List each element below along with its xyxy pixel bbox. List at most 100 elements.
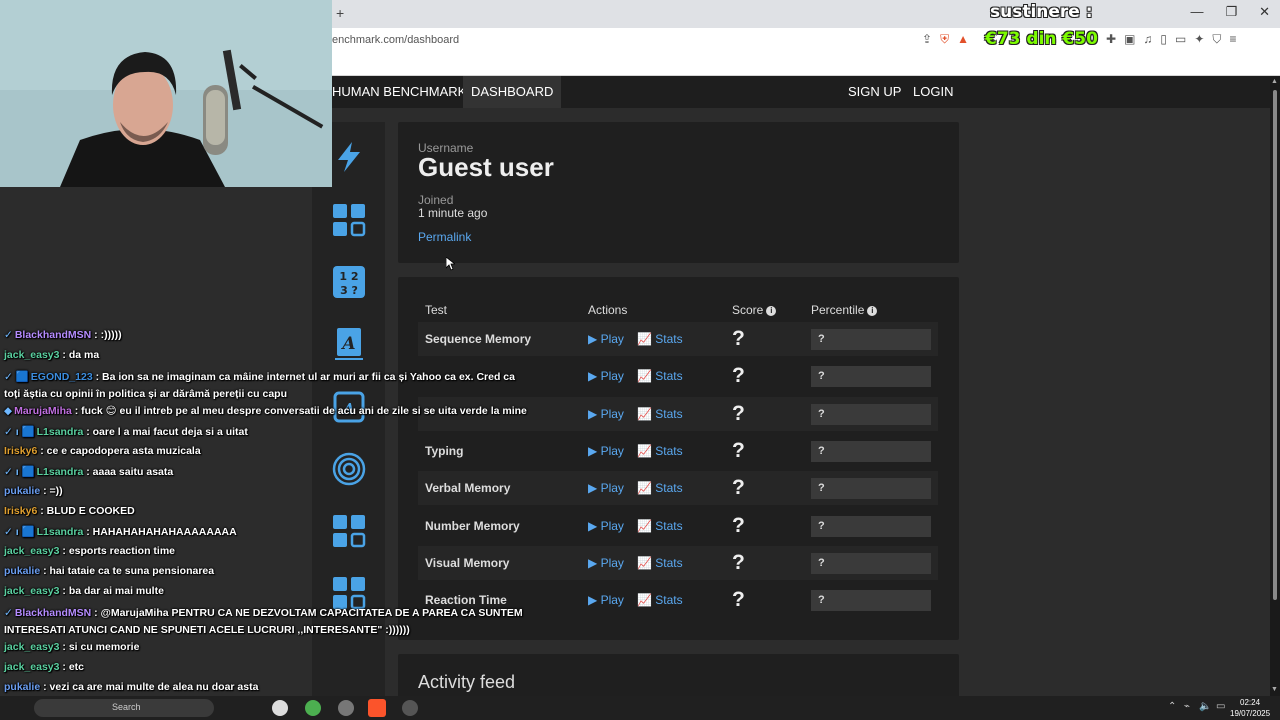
vpn-icon[interactable]: ⛉ [1212, 32, 1221, 47]
percentile-value: ? [811, 403, 931, 425]
play-link[interactable]: ▶ Play [588, 481, 624, 495]
stats-label: Stats [655, 369, 683, 384]
play-link[interactable]: ▶ Play [588, 332, 624, 346]
scroll-up-icon[interactable]: ▲ [1271, 78, 1278, 85]
chat-username: BlackhandMSN [14, 607, 92, 619]
play-circle-icon: ▶ [588, 593, 598, 608]
chrome-alt-icon[interactable] [305, 700, 321, 716]
grid-icon[interactable] [332, 203, 366, 237]
info-icon[interactable]: i [766, 305, 777, 316]
grid-icon[interactable] [332, 514, 366, 548]
new-tab-button[interactable]: + [336, 5, 344, 21]
stats-link[interactable]: 📈 Stats [637, 369, 683, 383]
network-icon[interactable]: ⌁ [1184, 701, 1190, 712]
info-icon[interactable]: i [867, 305, 878, 316]
webcam-feed [0, 0, 332, 187]
play-link[interactable]: ▶ Play [588, 519, 624, 533]
play-link[interactable]: ▶ Play [588, 556, 624, 570]
maximize-button[interactable]: ❐ [1225, 4, 1237, 20]
test-name: Visual Memory [425, 555, 510, 570]
play-link[interactable]: ▶ Play [588, 407, 624, 421]
chrome-icon[interactable] [272, 700, 288, 716]
extensions-icon[interactable]: ✚ [1106, 32, 1116, 47]
permalink-link[interactable]: Permalink [418, 230, 471, 244]
menu-icon[interactable]: ≡ [1229, 32, 1236, 47]
brave-shield-icon[interactable]: ⛨ [940, 32, 949, 47]
chat-text: : oare l a mai facut deja si a uitat [86, 426, 248, 438]
tray-chevron-icon[interactable]: ⌃ [1168, 701, 1176, 712]
nav-dashboard[interactable]: DASHBOARD [463, 76, 562, 108]
chart-line-icon: 📈 [637, 406, 652, 421]
chart-line-icon: 📈 [637, 443, 652, 458]
page-scrollbar[interactable]: ▲ ▼ [1270, 76, 1280, 696]
joined-value: 1 minute ago [418, 206, 488, 220]
wallet-icon[interactable]: ▭ [1175, 32, 1186, 47]
percentile-value: ? [811, 478, 931, 500]
chart-line-icon: 📈 [637, 593, 652, 608]
scrollbar-thumb[interactable] [1273, 90, 1277, 600]
table-row: Reaction Time ▶ Play 📈 Stats ? ? [418, 583, 938, 617]
stats-link[interactable]: 📈 Stats [637, 481, 683, 495]
url-field[interactable]: enchmark.com/dashboard [332, 34, 459, 46]
stats-link[interactable]: 📈 Stats [637, 407, 683, 421]
screen: + — ❐ ✕ enchmark.com/dashboard ⇪ ⛨ ▲ ✚ ▣… [0, 0, 1280, 720]
chat-message: jack_easy3 : ba dar ai mai multe [4, 585, 164, 597]
login-link[interactable]: LOGIN [905, 76, 961, 108]
chat-text: : BLUD E COOKED [40, 505, 135, 517]
percentile-value: ? [811, 440, 931, 462]
chat-badge-icon: ◆ [4, 405, 13, 417]
tab-icon[interactable]: ▣ [1124, 32, 1135, 47]
chat-message: pukalie : =)) [4, 485, 63, 497]
brave-icon[interactable] [368, 699, 386, 717]
brave-rewards-icon[interactable]: ▲ [957, 32, 969, 47]
battery-icon[interactable]: ▭ [1216, 701, 1225, 712]
letter-a-icon[interactable]: A [332, 327, 366, 361]
stats-link[interactable]: 📈 Stats [637, 332, 683, 346]
stats-label: Stats [655, 481, 683, 496]
volume-icon[interactable]: 🔈 [1199, 701, 1211, 712]
chat-username: jack_easy3 [4, 585, 60, 597]
bolt-icon[interactable] [332, 140, 366, 174]
play-circle-icon: ▶ [588, 369, 598, 384]
leo-icon[interactable]: ✦ [1194, 32, 1204, 47]
stats-link[interactable]: 📈 Stats [637, 519, 683, 533]
grid-icon[interactable] [332, 576, 366, 610]
chart-line-icon: 📈 [637, 481, 652, 496]
play-link[interactable]: ▶ Play [588, 444, 624, 458]
header-test: Test [425, 303, 448, 317]
signup-link[interactable]: SIGN UP [840, 76, 909, 108]
minimize-button[interactable]: — [1190, 4, 1203, 20]
chat-text: : ce e capodopera asta muzicala [40, 445, 201, 457]
numbers-icon[interactable]: 1 2 3 ? [332, 265, 366, 299]
stats-link[interactable]: 📈 Stats [637, 593, 683, 607]
play-label: Play [600, 555, 624, 570]
letter-a-frame-icon[interactable]: A [332, 390, 366, 424]
play-link[interactable]: ▶ Play [588, 369, 624, 383]
play-link[interactable]: ▶ Play [588, 593, 624, 607]
media-player-icon[interactable] [402, 700, 418, 716]
chat-username: BlackhandMSN [14, 329, 92, 341]
taskbar-clock[interactable]: 02:24 19/07/2025 [1230, 697, 1270, 719]
chat-badge-icon: ✓ ı 🟦 [4, 426, 35, 438]
scroll-down-icon[interactable]: ▼ [1271, 686, 1278, 693]
test-name: Number Memory [425, 518, 520, 533]
chat-message: Irisky6 : ce e capodopera asta muzicala [4, 445, 201, 457]
stats-link[interactable]: 📈 Stats [637, 556, 683, 570]
target-icon[interactable] [332, 452, 366, 486]
brand-link[interactable]: HUMAN BENCHMARK [324, 76, 474, 108]
chat-text: : esports reaction time [62, 545, 176, 557]
close-window-button[interactable]: ✕ [1259, 4, 1270, 20]
taskbar: Search ⌃ ⌁ 🔈 ▭ 02:24 19/07/2025 [0, 696, 1280, 720]
chat-username: EGOND_123 [30, 371, 93, 383]
music-icon[interactable]: ♫ [1143, 32, 1152, 47]
taskbar-search[interactable]: Search [34, 699, 214, 717]
table-row: Verbal Memory ▶ Play 📈 Stats ? ? [418, 471, 938, 506]
share-icon[interactable]: ⇪ [922, 32, 932, 47]
test-name: Verbal Memory [425, 481, 511, 496]
chat-username: pukalie [4, 485, 41, 497]
play-label: Play [600, 369, 624, 384]
sidebar-icon[interactable]: ▯ [1160, 32, 1167, 47]
app-icon[interactable] [338, 700, 354, 716]
stats-link[interactable]: 📈 Stats [637, 444, 683, 458]
play-label: Play [600, 481, 624, 496]
